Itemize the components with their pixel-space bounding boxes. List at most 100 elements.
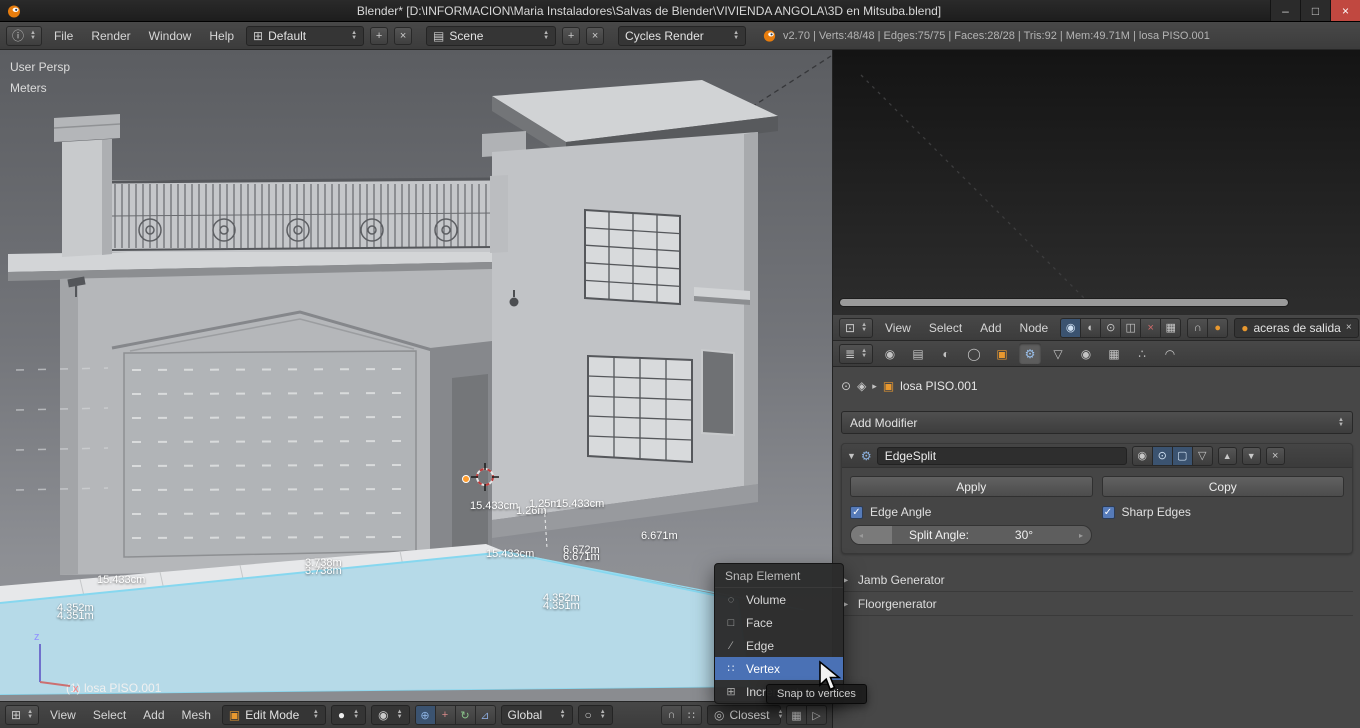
slider-right-arrow-icon[interactable]: ▸ xyxy=(1079,531,1083,540)
sharp-edges-checkbox[interactable]: ✓ xyxy=(1102,506,1115,519)
view3d-menu-add[interactable]: Add xyxy=(137,708,170,722)
editor-type-button-node[interactable]: ⊡ ▲▼ xyxy=(839,318,873,338)
minimize-button[interactable]: – xyxy=(1270,0,1300,21)
tab-material[interactable]: ◉ xyxy=(1075,343,1097,364)
shader-type-lamp-icon[interactable]: ⊙ xyxy=(1100,318,1121,338)
node-menu-add[interactable]: Add xyxy=(974,321,1007,335)
screen-layout-value: Default xyxy=(268,29,343,43)
snap-item-volume[interactable]: ◌ Volume xyxy=(715,588,843,611)
snap-node-icon[interactable]: ∩ xyxy=(1187,318,1208,338)
menu-render[interactable]: Render xyxy=(85,29,136,43)
edge-angle-checkbox[interactable]: ✓ xyxy=(850,506,863,519)
edge-length-label: 4.351m xyxy=(57,610,94,622)
delete-layout-button[interactable]: × xyxy=(394,27,412,45)
pivot-point-selector[interactable]: ◉ ▲▼ xyxy=(371,705,409,725)
editor-type-button-3dview[interactable]: ⊞ ▲▼ xyxy=(5,705,39,725)
render-opengl-icon[interactable]: ▦ xyxy=(786,705,807,725)
snap-magnet-icon[interactable]: ∩ xyxy=(661,705,682,725)
shader-type-world-icon[interactable]: ◐ xyxy=(1080,318,1101,338)
delete-scene-button[interactable]: × xyxy=(586,27,604,45)
node-tree-name: aceras de salida xyxy=(1253,321,1340,335)
view3d-menu-view[interactable]: View xyxy=(44,708,82,722)
node-tree-name-field[interactable]: ● aceras de salida × xyxy=(1234,318,1358,338)
snap-target-selector[interactable]: ◎ Closest ▲▼ xyxy=(707,705,781,725)
texture-nodes-icon[interactable]: ▦ xyxy=(1160,318,1181,338)
shader-type-object-icon[interactable]: ◉ xyxy=(1060,318,1081,338)
tab-world[interactable]: ◯ xyxy=(963,343,985,364)
node-editor-canvas[interactable] xyxy=(833,50,1360,315)
move-modifier-up-button[interactable]: ▲ xyxy=(1218,447,1237,465)
node-menu-node[interactable]: Node xyxy=(1014,321,1055,335)
axis-z-label: z xyxy=(34,631,40,643)
chevron-updown-icon: ▲▼ xyxy=(397,710,403,720)
expand-icon[interactable]: ▼ xyxy=(847,451,856,461)
chevron-updown-icon: ▲▼ xyxy=(861,323,867,333)
add-scene-button[interactable]: + xyxy=(562,27,580,45)
viewport-3d[interactable]: User Persp Meters (1) losa PISO.001 z x … xyxy=(0,50,832,701)
viewport-shading-selector[interactable]: ● ▲▼ xyxy=(331,705,366,725)
render-visibility-toggle[interactable]: ◉ xyxy=(1132,446,1153,466)
cage-toggle[interactable]: ▽ xyxy=(1192,446,1213,466)
apply-button[interactable]: Apply xyxy=(850,476,1093,497)
node-menu-view[interactable]: View xyxy=(879,321,917,335)
maximize-button[interactable]: □ xyxy=(1300,0,1330,21)
screen-layout-selector[interactable]: ⊞ Default ▲▼ xyxy=(246,26,364,46)
copy-button[interactable]: Copy xyxy=(1102,476,1345,497)
snap-element-button[interactable]: ∷ xyxy=(681,705,702,725)
scene-selector[interactable]: ▤ Scene ▲▼ xyxy=(426,26,556,46)
mode-selector[interactable]: ▣ Edit Mode ▲▼ xyxy=(222,705,326,725)
tab-object[interactable]: ▣ xyxy=(991,343,1013,364)
tab-physics[interactable]: ◠ xyxy=(1159,343,1181,364)
snap-item-edge[interactable]: ∕ Edge xyxy=(715,634,843,657)
snap-item-label: Face xyxy=(746,616,773,630)
render-opengl-anim-icon[interactable]: ▷ xyxy=(806,705,827,725)
delete-modifier-button[interactable]: × xyxy=(1266,447,1285,465)
menu-window[interactable]: Window xyxy=(143,29,198,43)
panel-jamb-generator[interactable]: ► Jamb Generator xyxy=(841,568,1353,592)
axis-gizmo: z x xyxy=(10,628,82,696)
snap-menu-title: Snap Element xyxy=(715,564,843,588)
modifier-name-field[interactable]: EdgeSplit xyxy=(877,447,1127,465)
tab-object-data[interactable]: ▽ xyxy=(1047,343,1069,364)
unlink-datablock-icon[interactable]: × xyxy=(1346,322,1352,333)
titlebar: Blender* [D:\INFORMACION\Maria Instalado… xyxy=(0,0,1360,22)
proportional-edit-selector[interactable]: ○ ▲▼ xyxy=(578,705,613,725)
pin-icon[interactable]: ⊙ xyxy=(841,379,851,393)
tab-modifiers[interactable]: ⚙ xyxy=(1019,343,1041,364)
tab-scene[interactable]: ◐ xyxy=(935,343,957,364)
node-menu-select[interactable]: Select xyxy=(923,321,968,335)
tab-render-layers[interactable]: ▤ xyxy=(907,343,929,364)
add-modifier-button[interactable]: Add Modifier ▲▼ xyxy=(841,411,1353,434)
panel-floorgenerator[interactable]: ► Floorgenerator xyxy=(841,592,1353,616)
split-angle-slider[interactable]: ◂ Split Angle: 30° ▸ xyxy=(850,525,1092,545)
view3d-menu-mesh[interactable]: Mesh xyxy=(176,708,217,722)
shader-type-toggles: ◉ ◐ ⊙ ◫ × ▦ xyxy=(1060,318,1181,338)
scale-manipulator-icon[interactable]: ⊿ xyxy=(475,705,496,725)
editor-type-button-info[interactable]: ⓘ ▲▼ xyxy=(6,26,42,46)
tab-texture[interactable]: ▦ xyxy=(1103,343,1125,364)
split-angle-value: 30° xyxy=(1015,528,1033,542)
editor-type-button-properties[interactable]: ≣ ▲▼ xyxy=(839,344,873,364)
tab-particles[interactable]: ∴ xyxy=(1131,343,1153,364)
snap-item-face[interactable]: □ Face xyxy=(715,611,843,634)
rotate-manipulator-icon[interactable]: ↻ xyxy=(455,705,476,725)
render-engine-selector[interactable]: Cycles Render ▲▼ xyxy=(618,26,746,46)
tab-render[interactable]: ◉ xyxy=(879,343,901,364)
material-preview-icon[interactable]: ● xyxy=(1207,318,1228,338)
slider-left-arrow-icon[interactable]: ◂ xyxy=(859,531,863,540)
translate-manipulator-icon[interactable]: + xyxy=(435,705,456,725)
add-layout-button[interactable]: + xyxy=(370,27,388,45)
node-hscrollbar[interactable] xyxy=(839,298,1289,307)
orientation-selector[interactable]: Global ▲▼ xyxy=(501,705,573,725)
manipulator-icon[interactable]: ⊕ xyxy=(415,705,436,725)
menu-file[interactable]: File xyxy=(48,29,79,43)
unlink-icon[interactable]: × xyxy=(1140,318,1161,338)
view3d-menu-select[interactable]: Select xyxy=(87,708,132,722)
sharp-edges-label: Sharp Edges xyxy=(1122,505,1191,519)
editmode-visibility-toggle[interactable]: ▢ xyxy=(1172,446,1193,466)
viewport-visibility-toggle[interactable]: ⊙ xyxy=(1152,446,1173,466)
menu-help[interactable]: Help xyxy=(203,29,240,43)
close-button[interactable]: × xyxy=(1330,0,1360,21)
move-modifier-down-button[interactable]: ▼ xyxy=(1242,447,1261,465)
compositing-nodes-icon[interactable]: ◫ xyxy=(1120,318,1141,338)
